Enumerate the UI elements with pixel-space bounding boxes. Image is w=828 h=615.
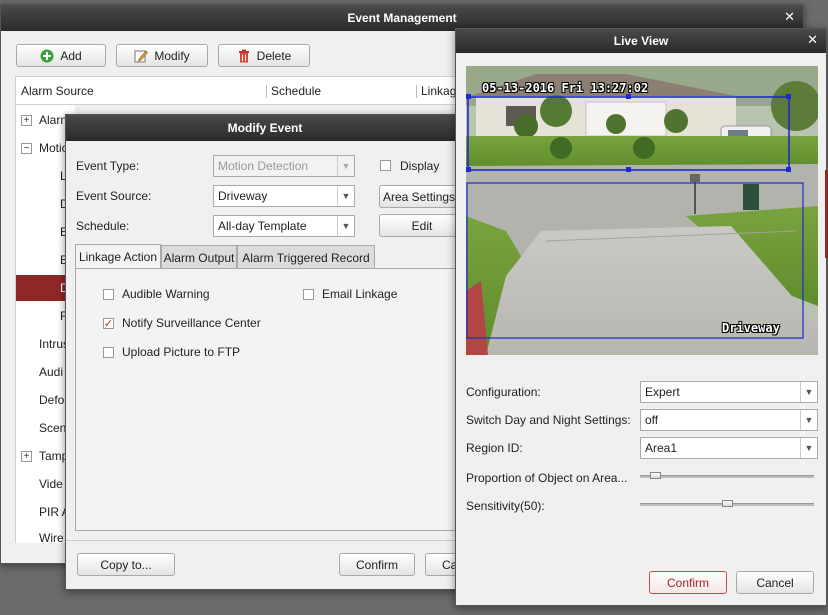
upload-ftp-label: Upload Picture to FTP: [122, 345, 241, 359]
proportion-label: Proportion of Object on Area...: [466, 471, 628, 485]
tree-item[interactable]: Motio: [39, 141, 68, 155]
modify-button[interactable]: Modify: [116, 44, 208, 67]
column-alarm-source[interactable]: Alarm Source: [21, 84, 94, 98]
schedule-select[interactable]: All-day Template ▼: [213, 215, 355, 237]
osd-timestamp: 05-13-2016 Fri 13:27:02: [482, 81, 649, 95]
audible-warning-checkbox[interactable]: [103, 289, 114, 300]
column-divider: [416, 85, 417, 98]
tree-item[interactable]: Alarn: [39, 113, 67, 127]
tree-item[interactable]: Scen: [39, 421, 66, 435]
event-source-label: Event Source:: [76, 189, 152, 203]
email-linkage-label: Email Linkage: [322, 287, 398, 301]
region-id-value: Area1: [645, 441, 678, 455]
tree-item[interactable]: Audi: [39, 365, 63, 379]
notify-center-checkbox[interactable]: ✓: [103, 318, 114, 329]
chevron-down-icon: ▼: [800, 410, 817, 430]
edit-pencil-icon: [134, 50, 149, 62]
camera-feed[interactable]: 05-13-2016 Fri 13:27:02 Driveway: [466, 66, 818, 355]
modify-label: Modify: [154, 48, 190, 63]
tree-item[interactable]: Wire: [39, 531, 64, 545]
confirm-label: Confirm: [666, 575, 709, 590]
event-source-select[interactable]: Driveway ▼: [213, 185, 355, 207]
tree-item[interactable]: Defo: [39, 393, 64, 407]
cancel-label: Cancel: [756, 575, 794, 590]
tree-item[interactable]: Vide: [39, 477, 63, 491]
chevron-down-icon: ▼: [337, 216, 354, 236]
notify-center-label: Notify Surveillance Center: [122, 316, 261, 330]
dialog-footer-divider: [66, 540, 466, 541]
close-icon[interactable]: ✕: [784, 10, 795, 24]
area-settings-button[interactable]: Area Settings: [379, 185, 464, 208]
column-linkage[interactable]: Linkag: [421, 84, 456, 98]
display-label: Display: [400, 159, 440, 173]
schedule-label: Schedule:: [76, 219, 130, 233]
email-linkage-checkbox[interactable]: [303, 289, 314, 300]
slider-thumb[interactable]: [722, 500, 733, 507]
daynight-value: off: [645, 413, 659, 427]
region-id-label: Region ID:: [466, 441, 523, 455]
sensitivity-slider[interactable]: [640, 500, 814, 507]
live-view-cancel-button[interactable]: Cancel: [736, 571, 814, 594]
linkage-action-panel: Audible Warning Email Linkage ✓ Notify S…: [75, 268, 466, 531]
confirm-button[interactable]: Confirm: [339, 553, 415, 576]
delete-button[interactable]: Delete: [218, 44, 310, 67]
live-view-window: Live View ✕ 05-13-2016 Fri 13:27:02 Driv…: [455, 28, 827, 606]
chevron-down-icon: ▼: [800, 382, 817, 402]
add-icon: [40, 49, 54, 62]
display-checkbox[interactable]: [380, 160, 391, 171]
modify-event-title: Modify Event: [227, 121, 303, 135]
tab-alarm-output[interactable]: Alarm Output: [161, 245, 237, 269]
copy-to-button[interactable]: Copy to...: [77, 553, 175, 576]
upload-ftp-checkbox[interactable]: [103, 347, 114, 358]
event-type-label: Event Type:: [76, 159, 140, 173]
audible-warning-label: Audible Warning: [122, 287, 210, 301]
column-schedule[interactable]: Schedule: [271, 84, 321, 98]
configuration-label: Configuration:: [466, 385, 541, 399]
configuration-select[interactable]: Expert ▼: [640, 381, 818, 403]
copy-to-label: Copy to...: [100, 557, 152, 572]
event-type-select: Motion Detection ▼: [213, 155, 355, 177]
close-icon[interactable]: ✕: [807, 33, 818, 47]
event-type-value: Motion Detection: [218, 159, 309, 173]
driveway-camera-image: [466, 66, 818, 355]
daynight-select[interactable]: off ▼: [640, 409, 818, 431]
tab-label: Alarm Triggered Record: [242, 250, 370, 265]
schedule-value: All-day Template: [218, 219, 307, 233]
tab-label: Linkage Action: [78, 250, 158, 264]
delete-label: Delete: [256, 48, 292, 63]
live-view-confirm-button[interactable]: Confirm: [649, 571, 727, 594]
edit-label: Edit: [411, 218, 433, 233]
expand-icon[interactable]: +: [21, 451, 32, 462]
slider-thumb[interactable]: [650, 472, 661, 479]
configuration-value: Expert: [645, 385, 680, 399]
chevron-down-icon: ▼: [337, 156, 354, 176]
collapse-icon[interactable]: −: [21, 143, 32, 154]
sensitivity-label: Sensitivity(50):: [466, 499, 545, 513]
proportion-slider[interactable]: [640, 472, 814, 479]
tab-linkage-action[interactable]: Linkage Action: [75, 244, 161, 269]
event-management-title: Event Management: [347, 11, 457, 25]
live-view-titlebar: Live View ✕: [456, 29, 826, 53]
live-view-title: Live View: [613, 34, 669, 48]
modify-event-titlebar: Modify Event: [66, 115, 464, 141]
tab-alarm-triggered-record[interactable]: Alarm Triggered Record: [237, 245, 375, 269]
chevron-down-icon: ▼: [800, 438, 817, 458]
modify-event-dialog: Modify Event Event Type: Motion Detectio…: [65, 114, 466, 590]
add-label: Add: [60, 48, 82, 63]
daynight-label: Switch Day and Night Settings:: [466, 413, 631, 427]
edit-schedule-button[interactable]: Edit: [379, 214, 464, 237]
trash-icon: [238, 49, 249, 62]
tree-item[interactable]: Tamp: [39, 449, 68, 463]
osd-camera-name: Driveway: [722, 321, 780, 335]
area-settings-label: Area Settings: [383, 189, 456, 204]
column-divider: [266, 85, 267, 98]
region-id-select[interactable]: Area1 ▼: [640, 437, 818, 459]
expand-icon[interactable]: +: [21, 115, 32, 126]
confirm-label: Confirm: [355, 557, 398, 572]
chevron-down-icon: ▼: [337, 186, 354, 206]
add-button[interactable]: Add: [16, 44, 106, 67]
tab-label: Alarm Output: [163, 250, 235, 265]
event-source-value: Driveway: [218, 189, 268, 203]
